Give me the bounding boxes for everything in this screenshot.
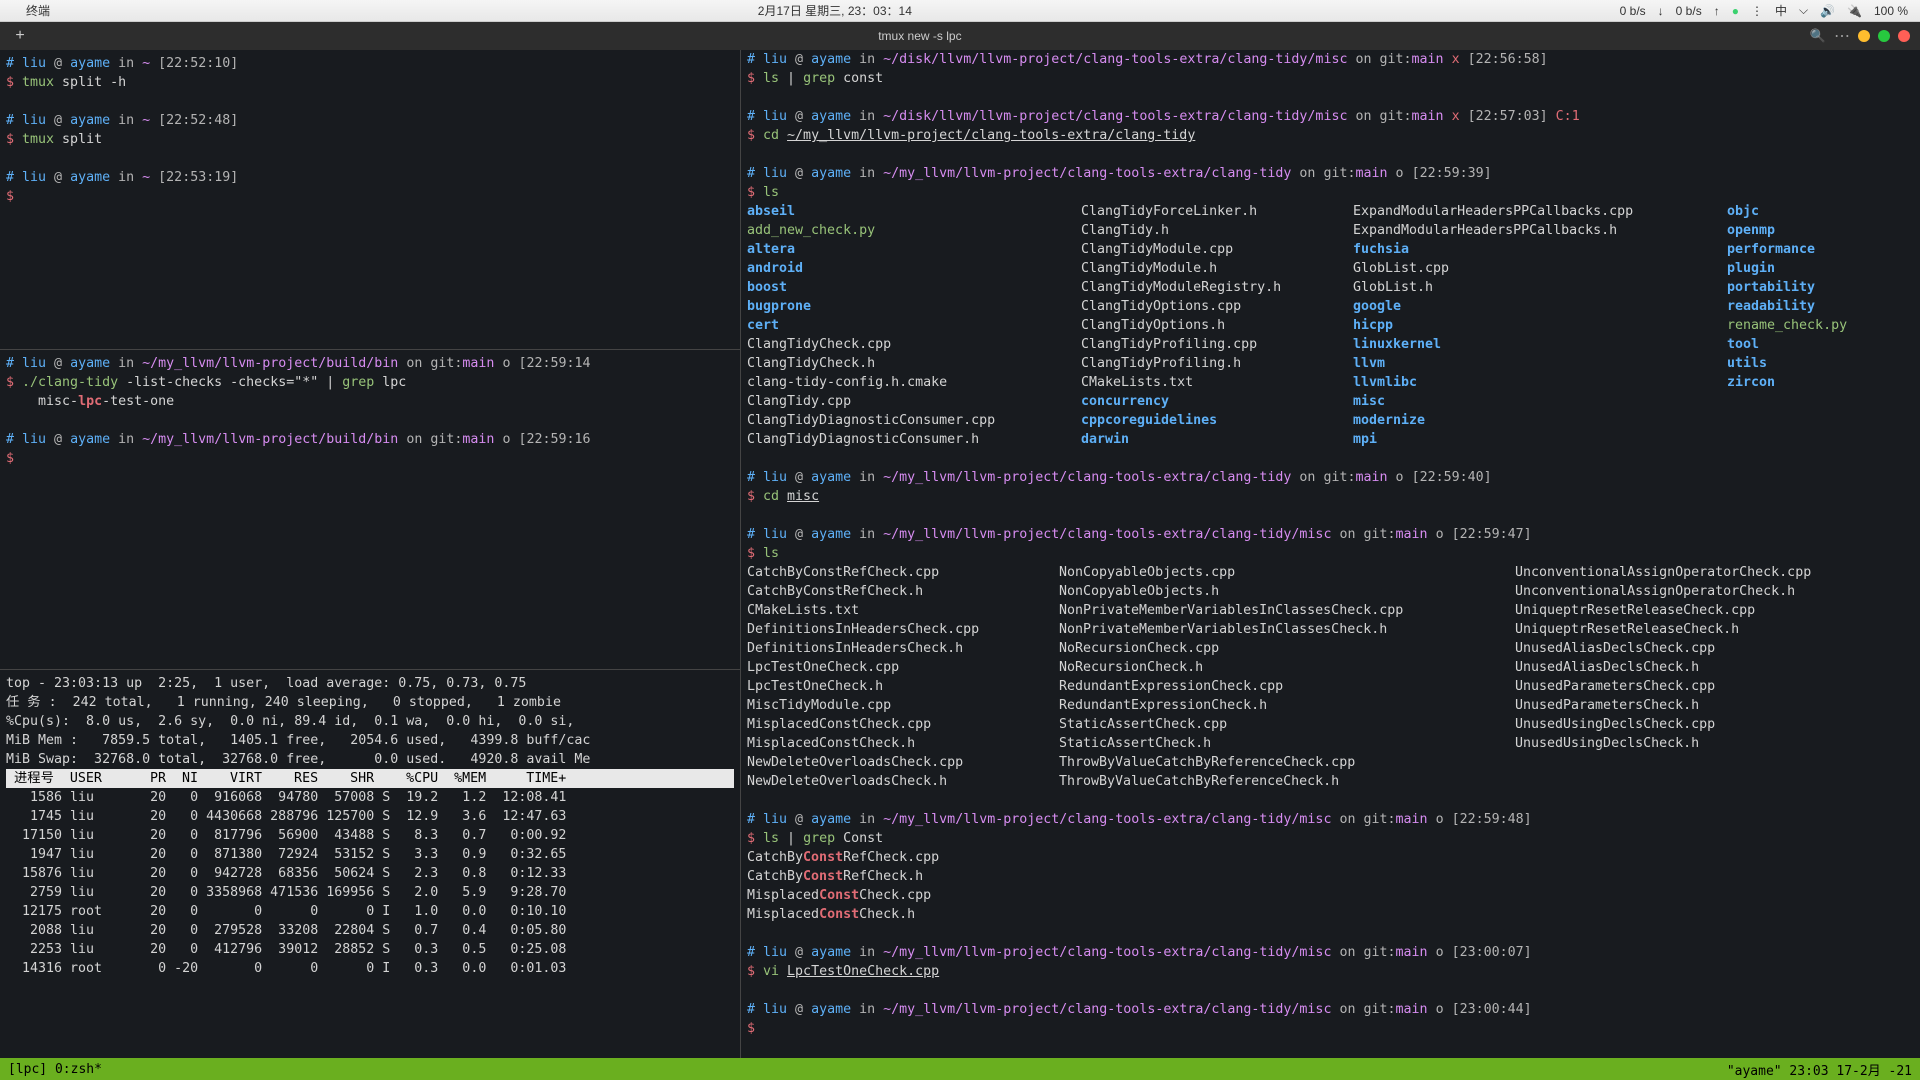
ime-label[interactable]: 中 <box>1775 2 1787 19</box>
command-line: $ tmux split <box>0 130 740 149</box>
top-columns: 进程号 USER PR NI VIRT RES SHR %CPU %MEM TI… <box>6 769 734 788</box>
prompt-input[interactable]: $ <box>0 449 740 468</box>
window-title: tmux new -s lpc <box>30 29 1810 43</box>
macos-menubar: 终端 2月17日 星期三, 23：03：14 0 b/s ↓ 0 b/s ↑ ●… <box>0 0 1920 22</box>
prompt-line: # liu @ ayame in ~/my_llvm/llvm-project/… <box>741 468 1920 487</box>
ls-listing: abseiladd_new_check.pyalteraandroidboost… <box>741 202 1920 449</box>
command-line: $ cd misc <box>741 487 1920 506</box>
command-line: $ ls | grep const <box>741 69 1920 88</box>
more-icon[interactable] <box>1834 26 1850 46</box>
net-up-label: 0 b/s <box>1676 4 1702 18</box>
net-down-label: 0 b/s <box>1620 4 1646 18</box>
status-left: [lpc] 0:zsh* <box>8 1062 1727 1077</box>
top-header-line: MiB Swap: 32768.0 total, 32768.0 free, 0… <box>0 750 740 769</box>
command-line: $ vi LpcTestOneCheck.cpp <box>741 962 1920 981</box>
top-header-line: top - 23:03:13 up 2:25, 1 user, load ave… <box>0 674 740 693</box>
prompt-line: # liu @ ayame in ~/disk/llvm/llvm-projec… <box>741 107 1920 126</box>
top-header-line: 任 务 : 242 total, 1 running, 240 sleeping… <box>0 693 740 712</box>
top-header-line: MiB Mem : 7859.5 total, 1405.1 free, 205… <box>0 731 740 750</box>
top-row: 2759 liu 20 0 3358968 471536 169956 S 2.… <box>0 883 740 902</box>
wifi-icon[interactable]: ⌵ <box>1799 3 1808 18</box>
close-button[interactable] <box>1898 30 1910 42</box>
command-line: $ ./clang-tidy -list-checks -checks="*" … <box>0 373 740 392</box>
prompt-line: # liu @ ayame in ~/my_llvm/llvm-project/… <box>0 354 740 373</box>
top-row: 1947 liu 20 0 871380 72924 53152 S 3.3 0… <box>0 845 740 864</box>
command-line: $ ls <box>741 183 1920 202</box>
status-right: "ayame" 23:03 17-2月 -21 <box>1727 1060 1912 1079</box>
output-line: MisplacedConstCheck.h <box>741 905 1920 924</box>
status-dot-icon: ● <box>1732 4 1739 18</box>
output-line: CatchByConstRefCheck.h <box>741 867 1920 886</box>
command-line: $ tmux split -h <box>0 73 740 92</box>
volume-icon[interactable]: 🔊 <box>1820 4 1835 18</box>
top-row: 14316 root 0 -20 0 0 0 I 0.3 0.0 0:01.03 <box>0 959 740 978</box>
output-line: misc-lpc-test-one <box>0 392 740 411</box>
tmux-pane-left-top[interactable]: # liu @ ayame in ~ [22:52:10]$ tmux spli… <box>0 50 740 350</box>
tray-sep-icon: ⋮ <box>1751 4 1763 18</box>
download-icon: ↓ <box>1658 4 1664 18</box>
app-name[interactable]: 终端 <box>26 2 50 19</box>
ls-listing: CatchByConstRefCheck.cppCatchByConstRefC… <box>741 563 1920 791</box>
prompt-line: # liu @ ayame in ~ [22:52:10] <box>0 54 740 73</box>
prompt-input[interactable]: $ <box>741 1019 1920 1038</box>
minimize-button[interactable] <box>1858 30 1870 42</box>
prompt-line: # liu @ ayame in ~/my_llvm/llvm-project/… <box>741 525 1920 544</box>
tmux-pane-left-mid[interactable]: # liu @ ayame in ~/my_llvm/llvm-project/… <box>0 350 740 670</box>
prompt-line: # liu @ ayame in ~ [22:53:19] <box>0 168 740 187</box>
terminal-area: # liu @ ayame in ~ [22:52:10]$ tmux spli… <box>0 50 1920 1058</box>
add-tab-button[interactable]: + <box>10 27 30 45</box>
prompt-line: # liu @ ayame in ~/my_llvm/llvm-project/… <box>741 1000 1920 1019</box>
output-line: CatchByConstRefCheck.cpp <box>741 848 1920 867</box>
top-row: 1586 liu 20 0 916068 94780 57008 S 19.2 … <box>0 788 740 807</box>
tmux-status-bar: [lpc] 0:zsh* "ayame" 23:03 17-2月 -21 <box>0 1058 1920 1080</box>
tmux-pane-right[interactable]: # liu @ ayame in ~/disk/llvm/llvm-projec… <box>741 50 1920 1058</box>
upload-icon: ↑ <box>1714 4 1720 18</box>
command-line: $ cd ~/my_llvm/llvm-project/clang-tools-… <box>741 126 1920 145</box>
top-row: 2253 liu 20 0 412796 39012 28852 S 0.3 0… <box>0 940 740 959</box>
top-header-line: %Cpu(s): 8.0 us, 2.6 sy, 0.0 ni, 89.4 id… <box>0 712 740 731</box>
battery-icon: 🔌 <box>1847 4 1862 18</box>
top-row: 15876 liu 20 0 942728 68356 50624 S 2.3 … <box>0 864 740 883</box>
prompt-line: # liu @ ayame in ~/my_llvm/llvm-project/… <box>741 943 1920 962</box>
battery-label: 100 % <box>1874 4 1908 18</box>
command-line: $ ls | grep Const <box>741 829 1920 848</box>
maximize-button[interactable] <box>1878 30 1890 42</box>
prompt-line: # liu @ ayame in ~/my_llvm/llvm-project/… <box>741 164 1920 183</box>
top-row: 12175 root 20 0 0 0 0 I 1.0 0.0 0:10.10 <box>0 902 740 921</box>
output-line: MisplacedConstCheck.cpp <box>741 886 1920 905</box>
top-row: 1745 liu 20 0 4430668 288796 125700 S 12… <box>0 807 740 826</box>
prompt-line: # liu @ ayame in ~/disk/llvm/llvm-projec… <box>741 50 1920 69</box>
prompt-input[interactable]: $ <box>0 187 740 206</box>
command-line: $ ls <box>741 544 1920 563</box>
prompt-line: # liu @ ayame in ~/my_llvm/llvm-project/… <box>0 430 740 449</box>
prompt-line: # liu @ ayame in ~/my_llvm/llvm-project/… <box>741 810 1920 829</box>
top-row: 17150 liu 20 0 817796 56900 43488 S 8.3 … <box>0 826 740 845</box>
prompt-line: # liu @ ayame in ~ [22:52:48] <box>0 111 740 130</box>
menubar-datetime: 2月17日 星期三, 23：03：14 <box>50 2 1620 19</box>
search-icon[interactable] <box>1810 28 1826 44</box>
terminal-titlebar: + tmux new -s lpc <box>0 22 1920 50</box>
tmux-pane-left-bot[interactable]: top - 23:03:13 up 2:25, 1 user, load ave… <box>0 670 740 1058</box>
top-row: 2088 liu 20 0 279528 33208 22804 S 0.7 0… <box>0 921 740 940</box>
